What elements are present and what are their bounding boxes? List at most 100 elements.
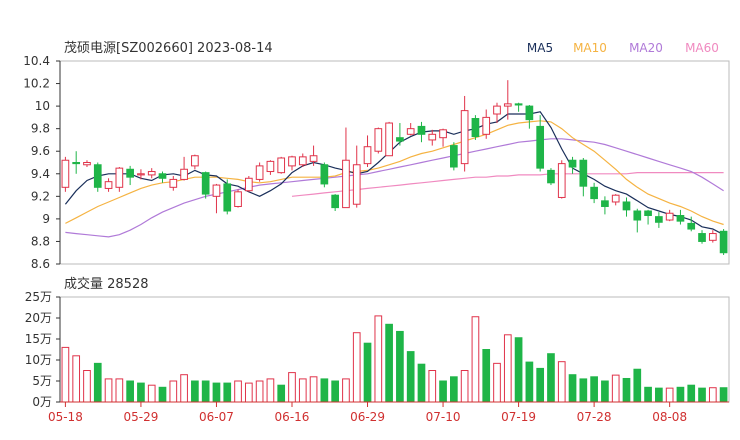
candle-body bbox=[266, 160, 275, 173]
volume-bar bbox=[676, 386, 685, 403]
volume-bar bbox=[396, 330, 404, 403]
candle bbox=[536, 115, 545, 172]
volume-bar bbox=[547, 353, 555, 403]
candle bbox=[72, 151, 81, 174]
volume-bar bbox=[698, 387, 706, 403]
candle bbox=[708, 230, 717, 243]
candle bbox=[61, 156, 70, 192]
volume-bar bbox=[428, 370, 437, 403]
candle-body bbox=[115, 167, 124, 188]
candle bbox=[352, 145, 361, 208]
candle-body bbox=[590, 186, 598, 200]
volume-tick-label: 25万 bbox=[25, 290, 52, 304]
volume-bar bbox=[644, 386, 652, 403]
candle-body bbox=[212, 184, 221, 197]
volume-bar bbox=[212, 382, 221, 403]
candle bbox=[676, 209, 685, 225]
price-tick-label: 10.2 bbox=[23, 77, 50, 91]
volume-bar bbox=[93, 362, 102, 403]
volume-bar bbox=[439, 380, 447, 403]
legend-ma10: MA10 bbox=[573, 41, 607, 55]
volume-bar bbox=[385, 323, 393, 403]
candle bbox=[169, 176, 178, 191]
candle-body bbox=[493, 105, 501, 115]
volume-bar bbox=[687, 384, 696, 403]
volume-bar bbox=[363, 342, 372, 403]
candle-body bbox=[342, 159, 350, 209]
volume-bar bbox=[536, 367, 545, 403]
candle-body bbox=[676, 215, 685, 222]
volume-bar bbox=[471, 316, 480, 403]
candle-body bbox=[180, 168, 188, 180]
candle bbox=[568, 156, 577, 174]
candle bbox=[266, 160, 275, 175]
volume-bar bbox=[288, 372, 296, 403]
volume-bar bbox=[482, 349, 491, 403]
volume-bar bbox=[104, 378, 113, 403]
candle-body bbox=[450, 145, 458, 168]
volume-bar bbox=[244, 382, 253, 403]
volume-bar bbox=[503, 334, 512, 403]
candle-body bbox=[126, 168, 134, 178]
volume-bar bbox=[266, 378, 275, 403]
kline-chart-panel: 茂硕电源[SZ002660] 2023-08-14 MA5 MA10 MA20 MA60… bbox=[0, 0, 740, 440]
candle-body bbox=[708, 233, 717, 241]
candle-body bbox=[557, 163, 566, 198]
candle-body bbox=[61, 159, 70, 188]
candle-body bbox=[201, 172, 210, 195]
date-tick-label: 07-19 bbox=[501, 410, 536, 424]
candle-body bbox=[191, 155, 199, 167]
candle bbox=[255, 162, 264, 182]
candle-body bbox=[277, 157, 286, 174]
candle-body bbox=[406, 128, 415, 135]
candle bbox=[298, 153, 307, 168]
candle-body bbox=[439, 129, 447, 139]
candle bbox=[93, 162, 102, 192]
volume-bar bbox=[450, 376, 458, 403]
candle-body bbox=[352, 164, 361, 205]
candle-body bbox=[525, 105, 534, 121]
candle-body bbox=[223, 183, 232, 212]
volume-bar bbox=[61, 346, 70, 403]
candle bbox=[471, 115, 480, 140]
candle bbox=[83, 160, 91, 168]
candle bbox=[611, 194, 620, 206]
candle bbox=[525, 104, 534, 129]
candle bbox=[374, 127, 383, 154]
candle-body bbox=[547, 169, 555, 184]
candle-body bbox=[417, 125, 426, 135]
candle-body bbox=[396, 137, 404, 142]
candle-body bbox=[147, 171, 156, 176]
date-tick-label: 06-29 bbox=[350, 410, 385, 424]
date-tick-label: 05-18 bbox=[48, 410, 83, 424]
volume-bar bbox=[514, 337, 523, 403]
candle bbox=[622, 197, 631, 217]
volume-tick-label: 15万 bbox=[25, 332, 52, 346]
price-tick-label: 8.8 bbox=[31, 234, 50, 248]
candle-body bbox=[104, 181, 113, 189]
candle bbox=[482, 109, 491, 139]
candle-body bbox=[137, 173, 145, 176]
candle-body bbox=[665, 212, 674, 221]
volume-tick-label: 20万 bbox=[25, 311, 52, 325]
candle-body bbox=[698, 233, 706, 242]
volume-bar bbox=[655, 387, 663, 403]
volume-bar bbox=[137, 382, 145, 403]
candle-body bbox=[471, 118, 480, 138]
candle bbox=[234, 189, 242, 208]
candle-body bbox=[611, 194, 620, 203]
candle-body bbox=[514, 103, 523, 106]
candle-body bbox=[460, 110, 469, 165]
volume-tick-label: 10万 bbox=[25, 353, 52, 367]
candle bbox=[557, 160, 566, 199]
candle bbox=[158, 171, 167, 183]
candle-body bbox=[298, 156, 307, 166]
candle-body bbox=[644, 210, 652, 217]
volume-bar bbox=[309, 376, 318, 403]
volume-bar bbox=[352, 332, 361, 403]
candle-body bbox=[482, 116, 491, 135]
candle bbox=[342, 127, 350, 209]
candle bbox=[244, 176, 253, 192]
candle bbox=[396, 123, 404, 146]
volume-tick-label: 0万 bbox=[32, 395, 52, 409]
